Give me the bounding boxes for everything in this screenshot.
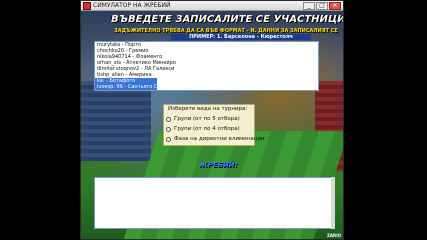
radio-icon[interactable]	[166, 126, 171, 132]
radio-icon[interactable]	[166, 136, 171, 142]
app-icon	[83, 2, 91, 10]
author-credit: ZARIO	[327, 233, 341, 238]
option-label: Групи (от по 5 отбора)	[174, 116, 240, 122]
radio-icon[interactable]	[166, 116, 171, 122]
minimize-button[interactable]: _	[303, 2, 315, 10]
option-groups-of-5[interactable]: Групи (от по 5 отбора)	[166, 115, 240, 123]
page-title: ВЪВЕДЕТЕ ЗАПИСАЛИТЕ СЕ УЧАСТНИЦИ:	[111, 14, 344, 25]
tournament-type-panel: Изберете вида на турнира: Групи (от по 5…	[163, 104, 265, 146]
close-button[interactable]: ✕	[329, 2, 341, 10]
video-frame: СИМУЛАТОР НА ЖРЕБИЙ _ □ ✕ ВЪВЕДЕТЕ ЗАПИС…	[0, 0, 427, 240]
tournament-type-prompt: Изберете вида на турнира:	[168, 106, 248, 112]
draw-output-textarea[interactable]	[94, 177, 332, 229]
app-window: СИМУЛАТОР НА ЖРЕБИЙ _ □ ✕ ВЪВЕДЕТЕ ЗАПИС…	[80, 0, 344, 240]
option-label: Фаза на директни елиминации	[174, 136, 265, 142]
window-title: СИМУЛАТОР НА ЖРЕБИЙ	[93, 2, 171, 9]
option-knockout[interactable]: Фаза на директни елиминации	[166, 135, 265, 143]
draw-title: ЖРЕБИЙ:	[199, 161, 238, 169]
option-groups-of-4[interactable]: Групи (от по 4 отбора)	[166, 125, 240, 133]
participants-textarea[interactable]: murytata - Порто chochko20 - Гремио niko…	[94, 41, 319, 91]
maximize-button[interactable]: □	[316, 2, 328, 10]
option-label: Групи (от по 4 отбора)	[174, 126, 240, 132]
format-example: ПРИМЕР: 1. Барселона - Кюрестолч	[171, 34, 311, 40]
participant-line-selected: ivoesp: 96 - Сантьяго Сантос	[95, 84, 173, 90]
draw-output-scrollbar[interactable]	[331, 177, 335, 229]
stadium-stand-left	[81, 81, 151, 161]
title-bar: СИМУЛАТОР НА ЖРЕБИЙ _ □ ✕	[81, 1, 343, 11]
